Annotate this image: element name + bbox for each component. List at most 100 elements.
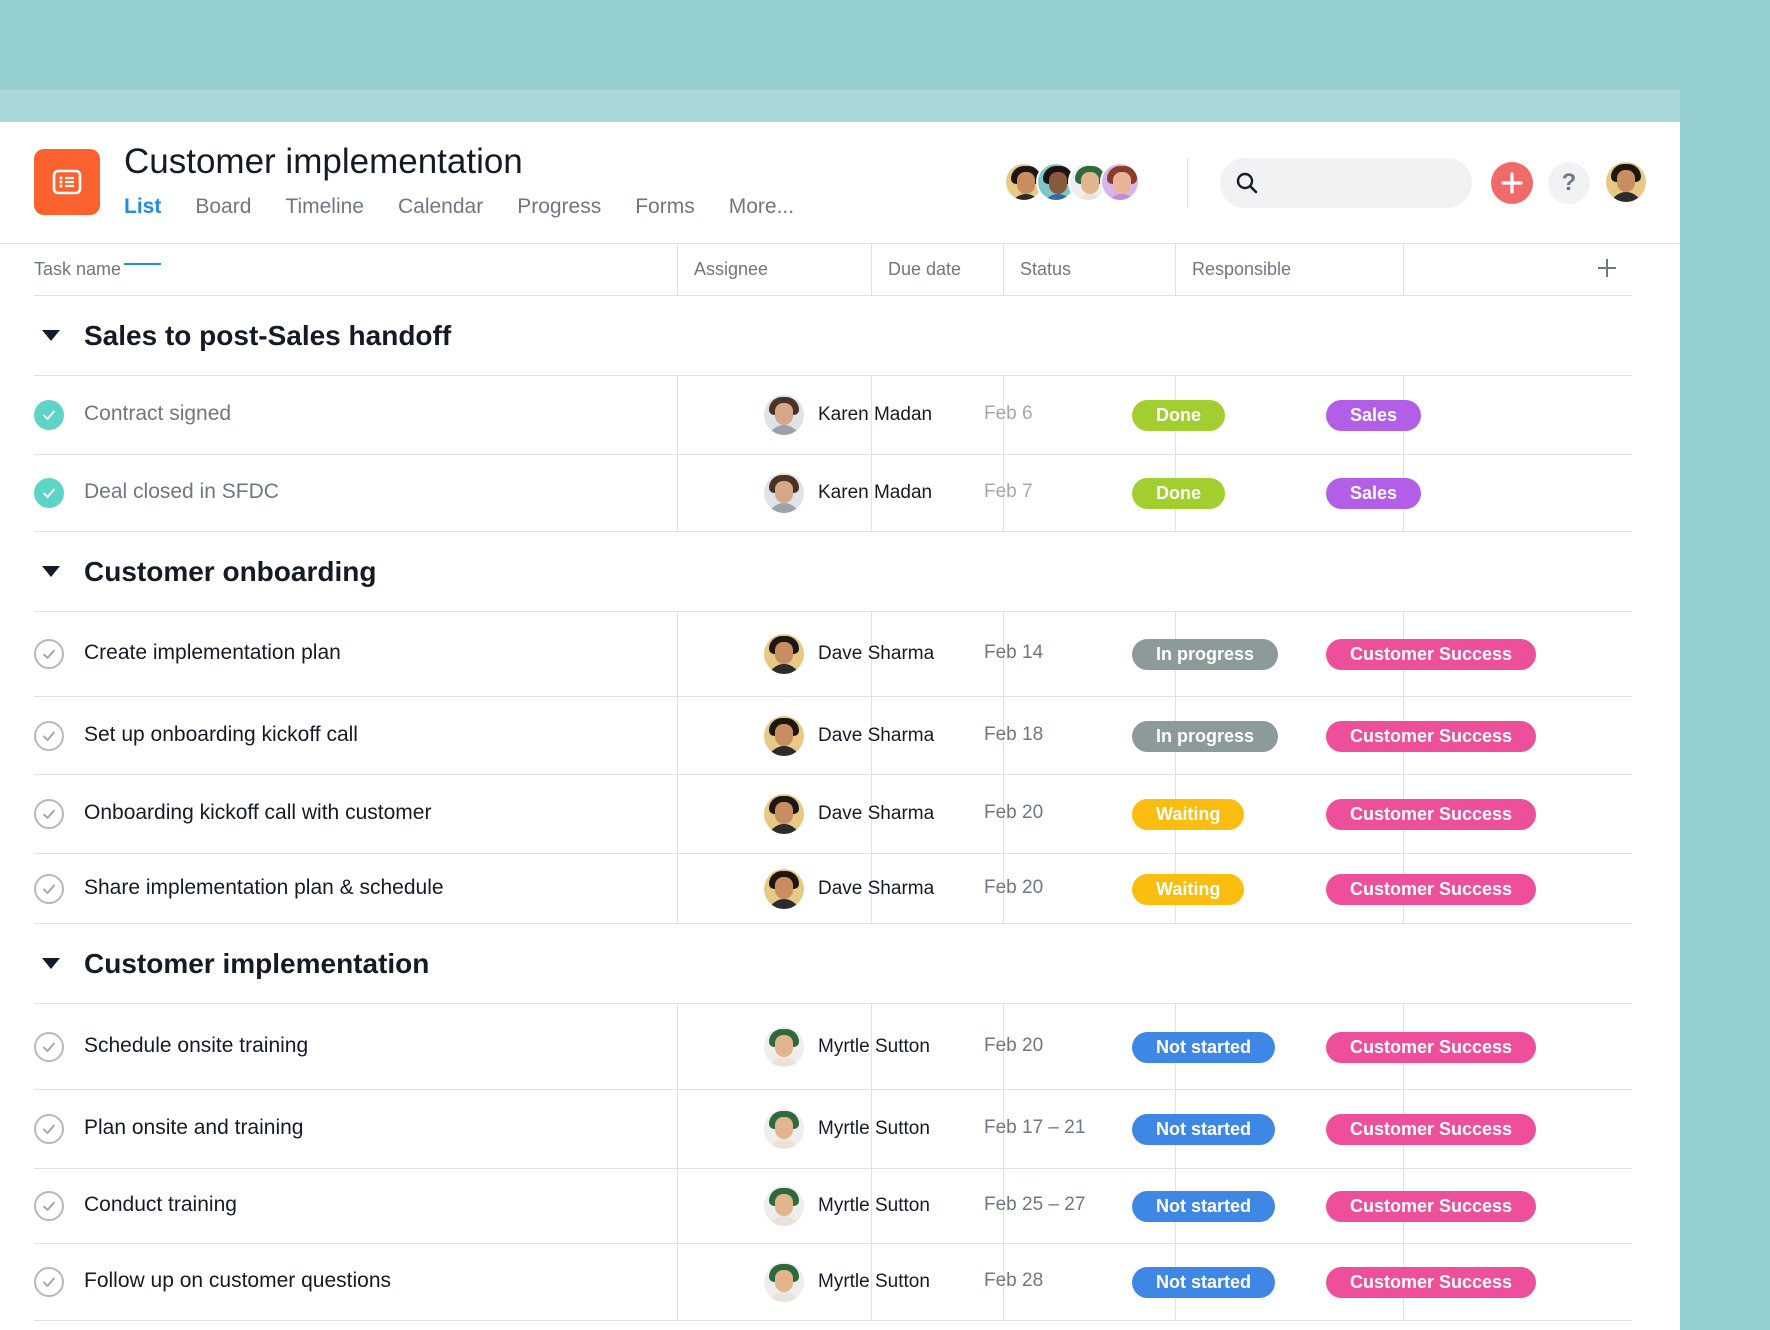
assignee-name: Karen Madan	[818, 404, 933, 425]
tab-more[interactable]: More...	[729, 192, 794, 243]
column-header-status[interactable]: Status	[1020, 243, 1071, 295]
responsible-badge[interactable]: Customer Success	[1326, 1031, 1537, 1063]
task-name[interactable]: Onboarding kickoff call with customer	[84, 801, 431, 825]
responsible-badge[interactable]: Customer Success	[1326, 720, 1537, 752]
task-row[interactable]: Deal closed in SFDC Karen Madan Feb 7 Done S…	[34, 455, 1632, 532]
task-name[interactable]: Follow up on customer questions	[84, 1269, 391, 1293]
complete-task-checkbox[interactable]	[34, 478, 64, 508]
task-row[interactable]: Follow up on customer questions Myrtle Su…	[34, 1244, 1632, 1321]
assignee-cell[interactable]: Karen Madan	[764, 395, 932, 435]
status-badge[interactable]: In progress	[1132, 639, 1279, 670]
column-header-task-name[interactable]: Task name	[34, 243, 121, 295]
tab-board[interactable]: Board	[195, 192, 251, 243]
caret-down-icon[interactable]	[42, 566, 60, 577]
complete-task-checkbox[interactable]	[34, 720, 64, 751]
column-header-due-date[interactable]: Due date	[888, 243, 961, 295]
responsible-badge[interactable]: Customer Success	[1326, 1267, 1537, 1298]
responsible-badge[interactable]: Customer Success	[1326, 639, 1537, 670]
assignee-cell[interactable]: Dave Sharma	[764, 868, 934, 909]
task-row[interactable]: Plan onsite and training Myrtle Sutton Feb…	[34, 1090, 1632, 1169]
add-column-icon[interactable]	[1596, 257, 1618, 279]
due-date[interactable]: Feb 7	[984, 481, 1033, 503]
tab-list[interactable]: List	[124, 192, 162, 265]
task-row[interactable]: Create implementation plan Dave Sharma Feb…	[34, 612, 1632, 697]
due-date[interactable]: Feb 28	[984, 1270, 1043, 1292]
status-badge[interactable]: Not started	[1132, 1031, 1276, 1063]
complete-task-checkbox[interactable]	[34, 1267, 64, 1297]
tab-progress[interactable]: Progress	[517, 192, 601, 243]
task-name[interactable]: Contract signed	[84, 402, 231, 426]
task-name[interactable]: Share implementation plan & schedule	[84, 876, 444, 900]
assignee-cell[interactable]: Myrtle Sutton	[764, 1262, 930, 1302]
window-top-strip	[0, 90, 1680, 122]
assignee-cell[interactable]: Dave Sharma	[764, 634, 934, 674]
assignee-cell[interactable]: Dave Sharma	[764, 715, 934, 756]
task-row[interactable]: Onboarding kickoff call with customer Dav…	[34, 775, 1632, 854]
user-avatar[interactable]	[1606, 162, 1646, 202]
responsible-badge[interactable]: Customer Success	[1326, 1191, 1537, 1222]
header-divider	[1187, 158, 1188, 208]
caret-down-icon[interactable]	[42, 958, 60, 969]
due-date[interactable]: Feb 6	[984, 403, 1033, 425]
tab-timeline[interactable]: Timeline	[285, 192, 364, 243]
status-badge[interactable]: Done	[1132, 478, 1225, 509]
task-name[interactable]: Conduct training	[84, 1193, 237, 1217]
caret-down-icon[interactable]	[42, 330, 60, 341]
assignee-cell[interactable]: Myrtle Sutton	[764, 1186, 930, 1226]
assignee-cell[interactable]: Dave Sharma	[764, 794, 934, 834]
tab-forms[interactable]: Forms	[635, 192, 695, 243]
project-members[interactable]	[1004, 162, 1140, 202]
tab-calendar[interactable]: Calendar	[398, 192, 483, 243]
status-badge[interactable]: Not started	[1132, 1191, 1276, 1222]
task-row[interactable]: Share implementation plan & schedule Dave…	[34, 854, 1632, 924]
task-name[interactable]: Schedule onsite training	[84, 1034, 308, 1058]
responsible-badge[interactable]: Sales	[1326, 478, 1422, 509]
assignee-avatar	[764, 1262, 804, 1302]
status-badge[interactable]: Not started	[1132, 1114, 1276, 1145]
responsible-badge[interactable]: Customer Success	[1326, 873, 1537, 905]
quick-add-button[interactable]	[1491, 162, 1533, 204]
task-name[interactable]: Plan onsite and training	[84, 1116, 304, 1140]
due-date[interactable]: Feb 20	[984, 877, 1043, 899]
responsible-badge[interactable]: Customer Success	[1326, 799, 1537, 830]
due-date[interactable]: Feb 14	[984, 642, 1043, 664]
due-date[interactable]: Feb 25 – 27	[984, 1194, 1085, 1216]
status-badge[interactable]: Done	[1132, 400, 1225, 431]
complete-task-checkbox[interactable]	[34, 1191, 64, 1221]
assignee-avatar	[764, 794, 804, 834]
status-badge[interactable]: In progress	[1132, 720, 1279, 752]
complete-task-checkbox[interactable]	[34, 1114, 64, 1144]
task-row[interactable]: Schedule onsite training Myrtle Sutton Feb…	[34, 1004, 1632, 1090]
project-tabs: List Board Timeline Calendar Progress Forms Mo…	[124, 192, 828, 265]
column-header-responsible[interactable]: Responsible	[1192, 243, 1291, 295]
assignee-cell[interactable]: Myrtle Sutton	[764, 1109, 930, 1149]
due-date[interactable]: Feb 18	[984, 724, 1043, 746]
responsible-badge[interactable]: Customer Success	[1326, 1114, 1537, 1145]
task-name[interactable]: Set up onboarding kickoff call	[84, 723, 358, 747]
due-date[interactable]: Feb 17 – 21	[984, 1117, 1085, 1139]
help-button[interactable]: ?	[1548, 162, 1590, 204]
complete-task-checkbox[interactable]	[34, 639, 64, 669]
assignee-cell[interactable]: Karen Madan	[764, 473, 932, 513]
task-name[interactable]: Deal closed in SFDC	[84, 480, 279, 504]
complete-task-checkbox[interactable]	[34, 799, 64, 829]
list-project-icon[interactable]	[34, 149, 100, 215]
status-badge[interactable]: Waiting	[1132, 873, 1245, 905]
assignee-avatar	[764, 1026, 804, 1067]
complete-task-checkbox[interactable]	[34, 873, 64, 904]
section-title: Customer implementation	[84, 948, 430, 979]
status-badge[interactable]: Not started	[1132, 1267, 1276, 1298]
task-row[interactable]: Contract signed Karen Madan Feb 6 Done Sales	[34, 376, 1632, 455]
column-header-assignee[interactable]: Assignee	[694, 243, 768, 295]
complete-task-checkbox[interactable]	[34, 400, 64, 430]
checkmark-icon	[43, 809, 55, 819]
due-date[interactable]: Feb 20	[984, 1035, 1043, 1057]
complete-task-checkbox[interactable]	[34, 1031, 64, 1062]
task-row[interactable]: Set up onboarding kickoff call Dave Sharm…	[34, 697, 1632, 775]
task-name[interactable]: Create implementation plan	[84, 641, 341, 665]
responsible-badge[interactable]: Sales	[1326, 400, 1422, 431]
status-badge[interactable]: Waiting	[1132, 799, 1245, 830]
assignee-cell[interactable]: Myrtle Sutton	[764, 1026, 930, 1067]
task-row[interactable]: Conduct training Myrtle Sutton Feb 25 – 27…	[34, 1169, 1632, 1244]
due-date[interactable]: Feb 20	[984, 802, 1043, 824]
